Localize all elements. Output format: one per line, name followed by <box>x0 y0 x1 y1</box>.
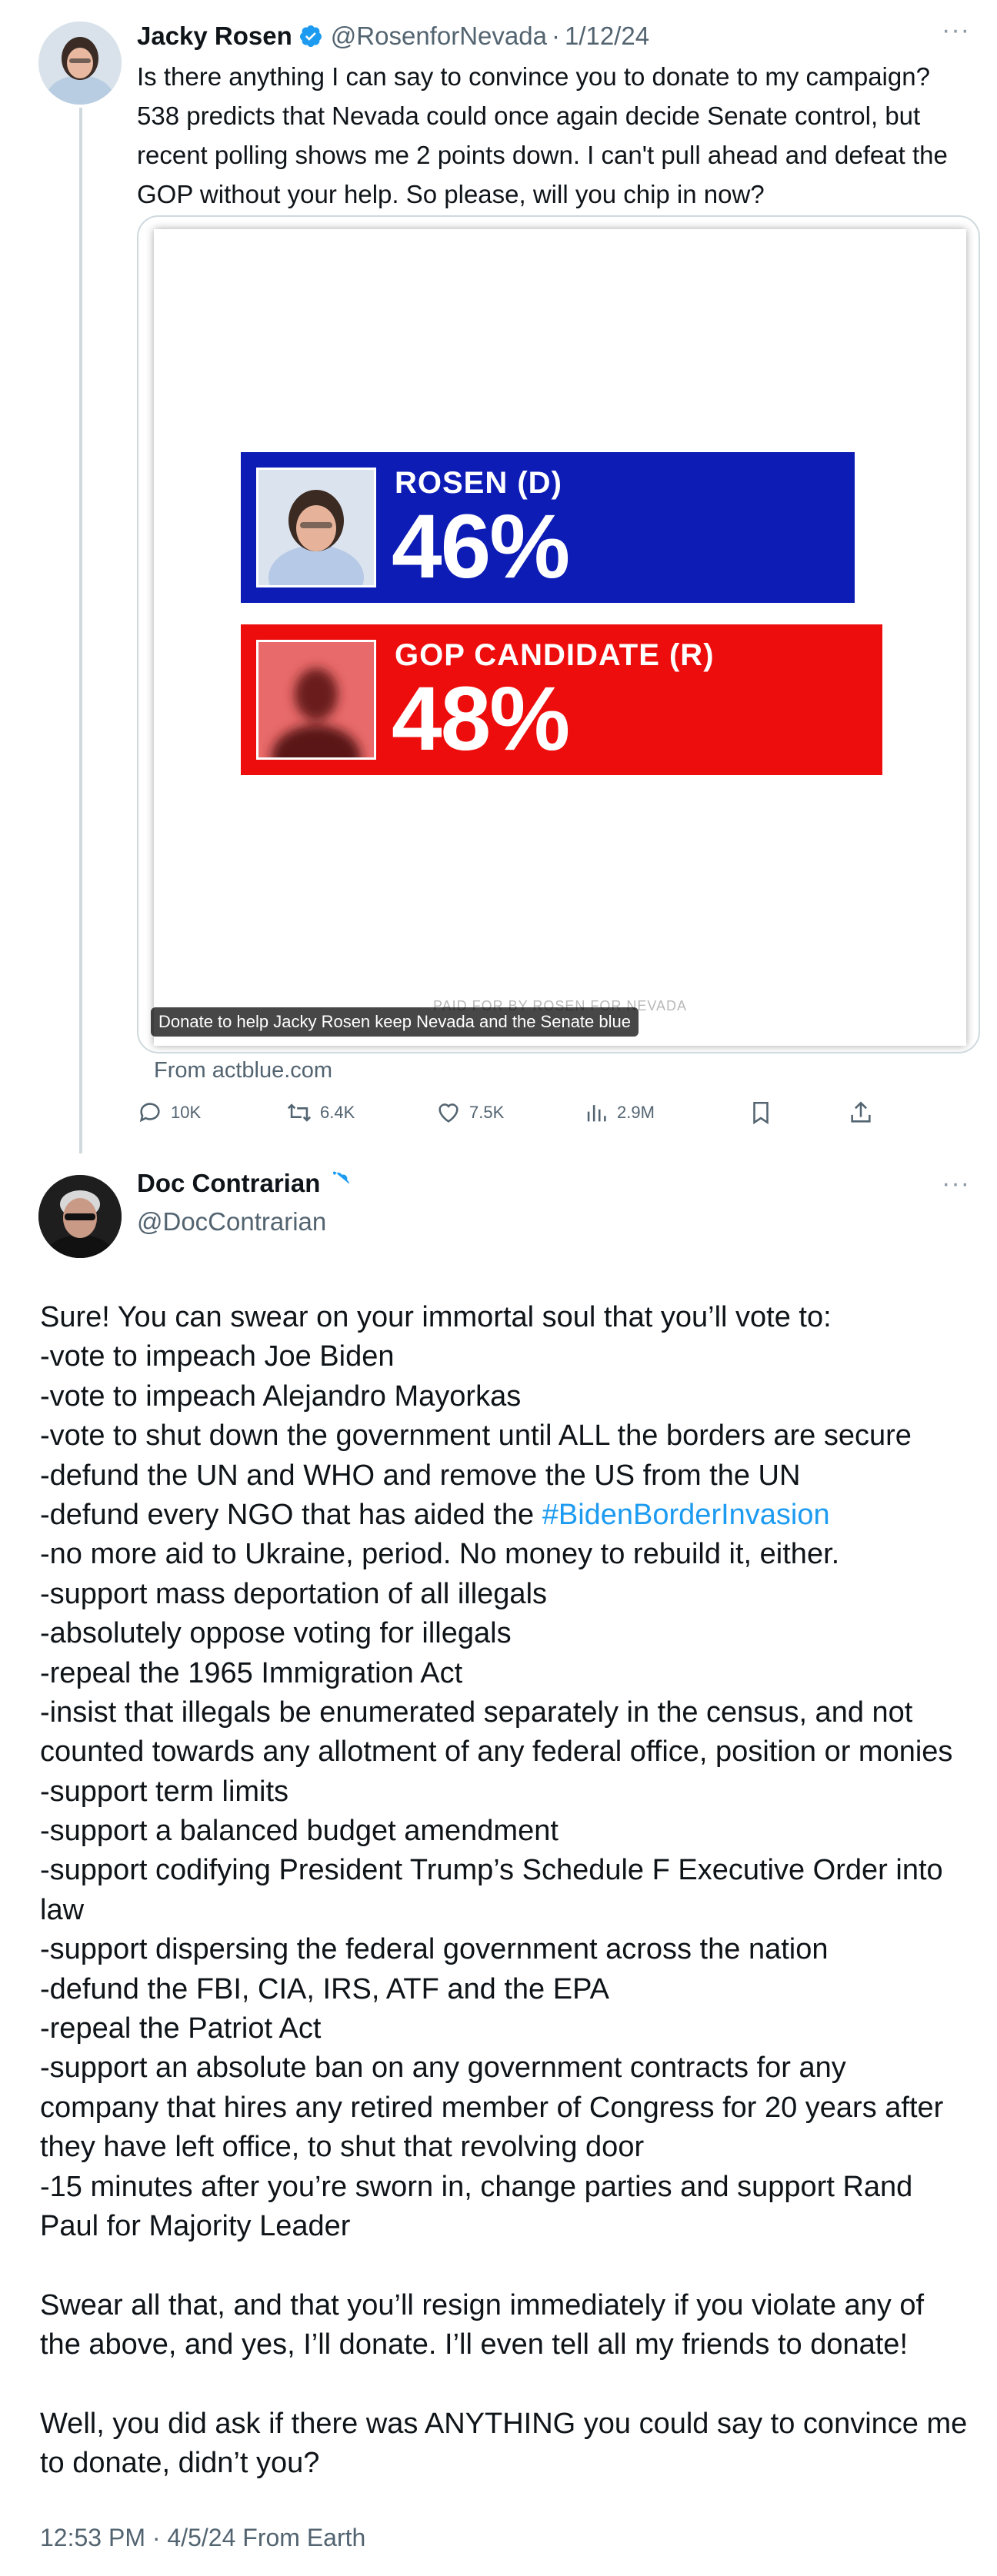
tweet-text: Sure! You can swear on your immortal sou… <box>40 1298 994 2484</box>
text-line: -no more aid to Ukraine, period. No mone… <box>40 1538 840 1571</box>
more-options-icon[interactable]: ··· <box>942 1169 970 1199</box>
card-image: ROSEN (D) 46% GOP CANDIDATE (R) 48% PAID… <box>154 229 966 1046</box>
tweet-actions: 10K 6.4K 7.5K 2.9M <box>137 1100 906 1138</box>
tweet-header: Jacky Rosen @RosenforNevada · 1/12/24 <box>137 17 649 55</box>
reply-count: 10K <box>171 1103 202 1122</box>
poll-bar-rosen: ROSEN (D) 46% <box>241 452 855 603</box>
text-line: -support an absolute ban on any governme… <box>40 2052 846 2085</box>
text-line: Sure! You can swear on your immortal sou… <box>40 1301 832 1333</box>
text-line-with-hashtag: -defund every NGO that has aided the #Bi… <box>40 1496 994 1535</box>
text-line: counted towards any allotment of any fed… <box>40 1736 953 1769</box>
rosen-percentage: 46% <box>392 496 570 597</box>
hashtag-link[interactable]: #BidenBorderInvasion <box>542 1499 830 1531</box>
text-line: -support term limits <box>40 1775 289 1808</box>
text-line: -insist that illegals be enumerated sepa… <box>40 1696 913 1729</box>
text-line: company that hires any retired member of… <box>40 2091 944 2124</box>
avatar[interactable] <box>38 22 122 105</box>
avatar-jacky-rosen-image <box>38 22 122 105</box>
author-name[interactable]: Jacky Rosen <box>137 22 292 51</box>
text-line: -support mass deportation of all illegal… <box>40 1577 548 1610</box>
reply-icon <box>139 1103 160 1123</box>
tweet-text: Is there anything I can say to convince … <box>137 62 948 208</box>
view-count: 2.9M <box>617 1103 655 1122</box>
gop-candidate-silhouette <box>256 640 376 760</box>
repost-count: 6.4K <box>320 1103 355 1122</box>
text-line: -repeal the Patriot Act <box>40 2012 322 2045</box>
heart-icon <box>438 1103 458 1123</box>
text-line: -repeal the 1965 Immigration Act <box>40 1656 463 1689</box>
views-button[interactable]: 2.9M <box>583 1100 655 1126</box>
separator-dot: · <box>551 22 560 50</box>
thread-connector-line <box>79 108 82 1153</box>
avatar-doc-contrarian-image <box>38 1175 122 1258</box>
text-line: they have left office, to shut that revo… <box>40 2131 645 2164</box>
text-line: -vote to shut down the government until … <box>40 1419 912 1453</box>
repost-icon <box>287 1103 312 1122</box>
author-handle[interactable]: @RosenforNevada <box>331 22 547 51</box>
more-options-icon[interactable]: ··· <box>942 15 970 45</box>
text-line: to donate, didn’t you? <box>40 2447 320 2480</box>
text-line: law <box>40 1893 85 1926</box>
avatar[interactable] <box>38 1175 122 1258</box>
text-line: -support dispersing the federal governme… <box>40 1933 829 1966</box>
text-line: -support a balanced budget amendment <box>40 1815 559 1848</box>
tweet-header: Doc Contrarian <box>137 1169 351 1198</box>
link-card[interactable]: ROSEN (D) 46% GOP CANDIDATE (R) 48% PAID… <box>137 215 980 1053</box>
text-line: the above, and yes, I’ll donate. I’ll ev… <box>40 2328 908 2361</box>
bookmark-icon <box>753 1101 769 1125</box>
text-line: -vote to impeach Alejandro Mayorkas <box>40 1380 522 1413</box>
repost-button[interactable]: 6.4K <box>286 1100 355 1126</box>
tweet-date[interactable]: 1/12/24 <box>565 22 649 51</box>
rosen-photo <box>256 468 376 587</box>
author-handle[interactable]: @DocContrarian <box>137 1207 326 1236</box>
analytics-icon <box>587 1105 606 1122</box>
like-button[interactable]: 7.5K <box>435 1100 504 1126</box>
card-caption: Donate to help Jacky Rosen keep Nevada a… <box>151 1007 639 1037</box>
text-line: -15 minutes after you’re sworn in, chang… <box>40 2170 913 2203</box>
text-line: -defund the FBI, CIA, IRS, ATF and the E… <box>40 1972 609 2005</box>
verified-badge-icon <box>326 1171 351 1196</box>
reply-button[interactable]: 10K <box>137 1100 201 1126</box>
text-line: Paul for Majority Leader <box>40 2209 351 2242</box>
text-segment: -defund every NGO that has aided the <box>40 1498 542 1531</box>
author-name[interactable]: Doc Contrarian <box>137 1169 320 1198</box>
text-line: Swear all that, and that you’ll resign i… <box>40 2288 925 2321</box>
text-line: -vote to impeach Joe Biden <box>40 1340 395 1373</box>
bookmark-button[interactable] <box>748 1100 782 1126</box>
like-count: 7.5K <box>469 1103 505 1122</box>
share-icon <box>851 1101 871 1123</box>
card-source-link[interactable]: From actblue.com <box>154 1058 332 1083</box>
poll-bar-gop: GOP CANDIDATE (R) 48% <box>241 624 882 775</box>
verified-badge-icon <box>298 24 323 48</box>
text-line: -defund the UN and WHO and remove the US… <box>40 1459 801 1492</box>
text-line: -support codifying President Trump’s Sch… <box>40 1854 943 1887</box>
text-line: Well, you did ask if there was ANYTHING … <box>40 2407 968 2440</box>
gop-percentage: 48% <box>392 668 570 770</box>
share-button[interactable] <box>848 1100 882 1126</box>
tweet-timestamp[interactable]: 12:53 PM · 4/5/24 From Earth <box>40 2524 365 2552</box>
text-line: -absolutely oppose voting for illegals <box>40 1617 512 1650</box>
